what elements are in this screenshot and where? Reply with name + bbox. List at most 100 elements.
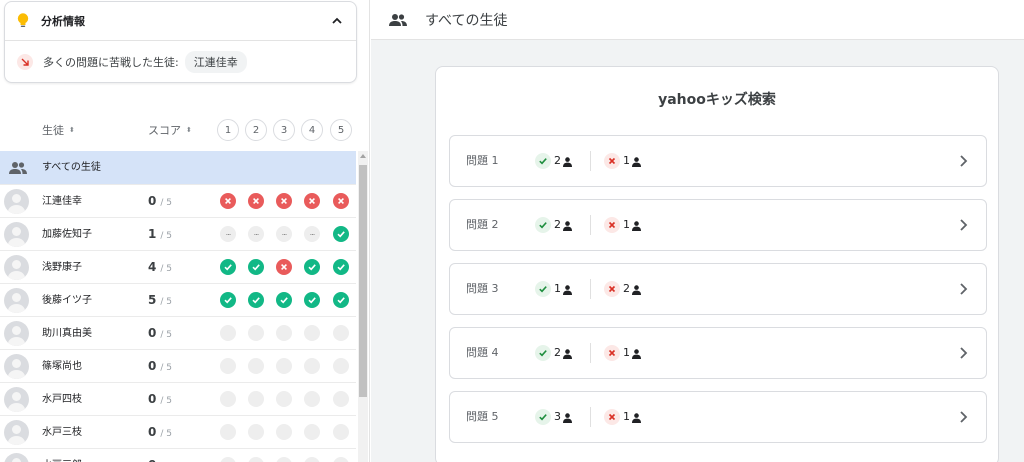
person-icon — [632, 412, 641, 423]
group-icon — [9, 162, 27, 174]
correct-count: 2 — [554, 346, 561, 359]
student-row[interactable]: 江連佳幸 0/ 5 — [0, 185, 356, 218]
lightbulb-icon — [17, 13, 29, 27]
student-chip[interactable]: 江連佳幸 — [184, 51, 247, 73]
no-answer-indicator[interactable] — [248, 457, 264, 462]
incorrect-icon[interactable] — [276, 193, 292, 209]
vertical-scrollbar[interactable] — [358, 151, 368, 462]
no-answer-indicator[interactable] — [333, 325, 349, 341]
question-row[interactable]: 問題 3 1 2 — [449, 263, 987, 315]
student-column-header: 生徒 — [42, 124, 64, 137]
student-row[interactable]: 水戸三郎 0/ 5 — [0, 449, 356, 462]
scrollbar-thumb[interactable] — [359, 165, 367, 397]
all-students-row[interactable]: すべての生徒 — [0, 151, 356, 185]
person-icon — [563, 348, 572, 359]
correct-count: 3 — [554, 410, 561, 423]
student-score: 0/ 5 — [148, 425, 172, 439]
no-answer-indicator[interactable] — [220, 325, 236, 341]
question-row[interactable]: 問題 1 2 1 — [449, 135, 987, 187]
no-answer-indicator[interactable] — [220, 424, 236, 440]
student-row[interactable]: 助川真由美 0/ 5 — [0, 317, 356, 350]
divider — [590, 407, 591, 427]
question-header-5[interactable]: 5 — [330, 119, 352, 141]
student-row[interactable]: 水戸三枝 0/ 5 — [0, 416, 356, 449]
question-label: 問題 3 — [466, 282, 499, 295]
chevron-right-icon[interactable] — [958, 282, 968, 296]
no-answer-indicator[interactable] — [248, 391, 264, 407]
chevron-right-icon[interactable] — [958, 154, 968, 168]
no-answer-indicator[interactable] — [248, 424, 264, 440]
incorrect-icon[interactable] — [248, 193, 264, 209]
correct-icon[interactable] — [220, 259, 236, 275]
correct-icon[interactable] — [333, 292, 349, 308]
no-answer-indicator[interactable] — [276, 424, 292, 440]
chevron-right-icon[interactable] — [958, 410, 968, 424]
correct-icon[interactable] — [248, 259, 264, 275]
student-row[interactable]: 水戸四枝 0/ 5 — [0, 383, 356, 416]
no-answer-indicator[interactable] — [304, 424, 320, 440]
question-header-3[interactable]: 3 — [273, 119, 295, 141]
no-answer-indicator[interactable] — [333, 424, 349, 440]
correct-icon[interactable] — [333, 226, 349, 242]
student-name: 浅野康子 — [42, 262, 82, 273]
correct-icon[interactable] — [333, 259, 349, 275]
correct-icon[interactable] — [220, 292, 236, 308]
chevron-up-icon[interactable] — [330, 14, 344, 28]
incorrect-icon[interactable] — [220, 193, 236, 209]
incorrect-count: 1 — [623, 218, 630, 231]
student-row[interactable]: 加藤佐知子 1/ 5............ — [0, 218, 356, 251]
no-answer-indicator[interactable] — [304, 457, 320, 462]
sort-by-score[interactable]: スコア ⬍ — [148, 120, 192, 140]
person-icon — [632, 220, 641, 231]
question-header-4[interactable]: 4 — [301, 119, 323, 141]
no-answer-indicator[interactable] — [220, 391, 236, 407]
question-label: 問題 2 — [466, 218, 499, 231]
pending-icon[interactable]: ... — [220, 226, 236, 242]
no-answer-indicator[interactable] — [333, 391, 349, 407]
no-answer-indicator[interactable] — [248, 325, 264, 341]
no-answer-indicator[interactable] — [276, 457, 292, 462]
no-answer-indicator[interactable] — [304, 391, 320, 407]
question-row[interactable]: 問題 5 3 1 — [449, 391, 987, 443]
scroll-up-arrow[interactable] — [360, 154, 366, 158]
no-answer-indicator[interactable] — [276, 391, 292, 407]
correct-icon[interactable] — [276, 292, 292, 308]
chevron-right-icon[interactable] — [958, 346, 968, 360]
student-row[interactable]: 後藤イツ子 5/ 5 — [0, 284, 356, 317]
incorrect-icon[interactable] — [304, 193, 320, 209]
no-answer-indicator[interactable] — [304, 358, 320, 374]
no-answer-indicator[interactable] — [304, 325, 320, 341]
correct-icon[interactable] — [248, 292, 264, 308]
pending-icon[interactable]: ... — [304, 226, 320, 242]
insights-header[interactable]: 分析情報 — [5, 2, 356, 41]
person-icon — [632, 156, 641, 167]
person-icon — [563, 284, 572, 295]
no-answer-indicator[interactable] — [276, 325, 292, 341]
question-label: 問題 1 — [466, 154, 499, 167]
correct-icon[interactable] — [304, 259, 320, 275]
chevron-right-icon[interactable] — [958, 218, 968, 232]
question-row[interactable]: 問題 2 2 1 — [449, 199, 987, 251]
no-answer-indicator[interactable] — [333, 358, 349, 374]
right-header: すべての生徒 — [371, 0, 1024, 40]
question-row[interactable]: 問題 4 2 1 — [449, 327, 987, 379]
pending-icon[interactable]: ... — [276, 226, 292, 242]
sort-by-student[interactable]: 生徒 ⬍ — [42, 120, 75, 140]
correct-icon[interactable] — [304, 292, 320, 308]
incorrect-icon[interactable] — [333, 193, 349, 209]
no-answer-indicator[interactable] — [220, 358, 236, 374]
student-name: 水戸三郎 — [42, 449, 82, 462]
no-answer-indicator[interactable] — [333, 457, 349, 462]
no-answer-indicator[interactable] — [220, 457, 236, 462]
check-icon — [535, 409, 551, 425]
question-header-2[interactable]: 2 — [245, 119, 267, 141]
no-answer-indicator[interactable] — [248, 358, 264, 374]
student-row[interactable]: 浅野康子 4/ 5 — [0, 251, 356, 284]
student-row[interactable]: 篠塚尚也 0/ 5 — [0, 350, 356, 383]
question-header-1[interactable]: 1 — [217, 119, 239, 141]
no-answer-indicator[interactable] — [276, 358, 292, 374]
student-name: 後藤イツ子 — [42, 295, 92, 306]
question-summary-panel: すべての生徒 yahooキッズ検索 問題 1 2 1 問題 2 2 1 問題 3 1 2 問題 4… — [371, 0, 1024, 462]
pending-icon[interactable]: ... — [248, 226, 264, 242]
incorrect-icon[interactable] — [276, 259, 292, 275]
